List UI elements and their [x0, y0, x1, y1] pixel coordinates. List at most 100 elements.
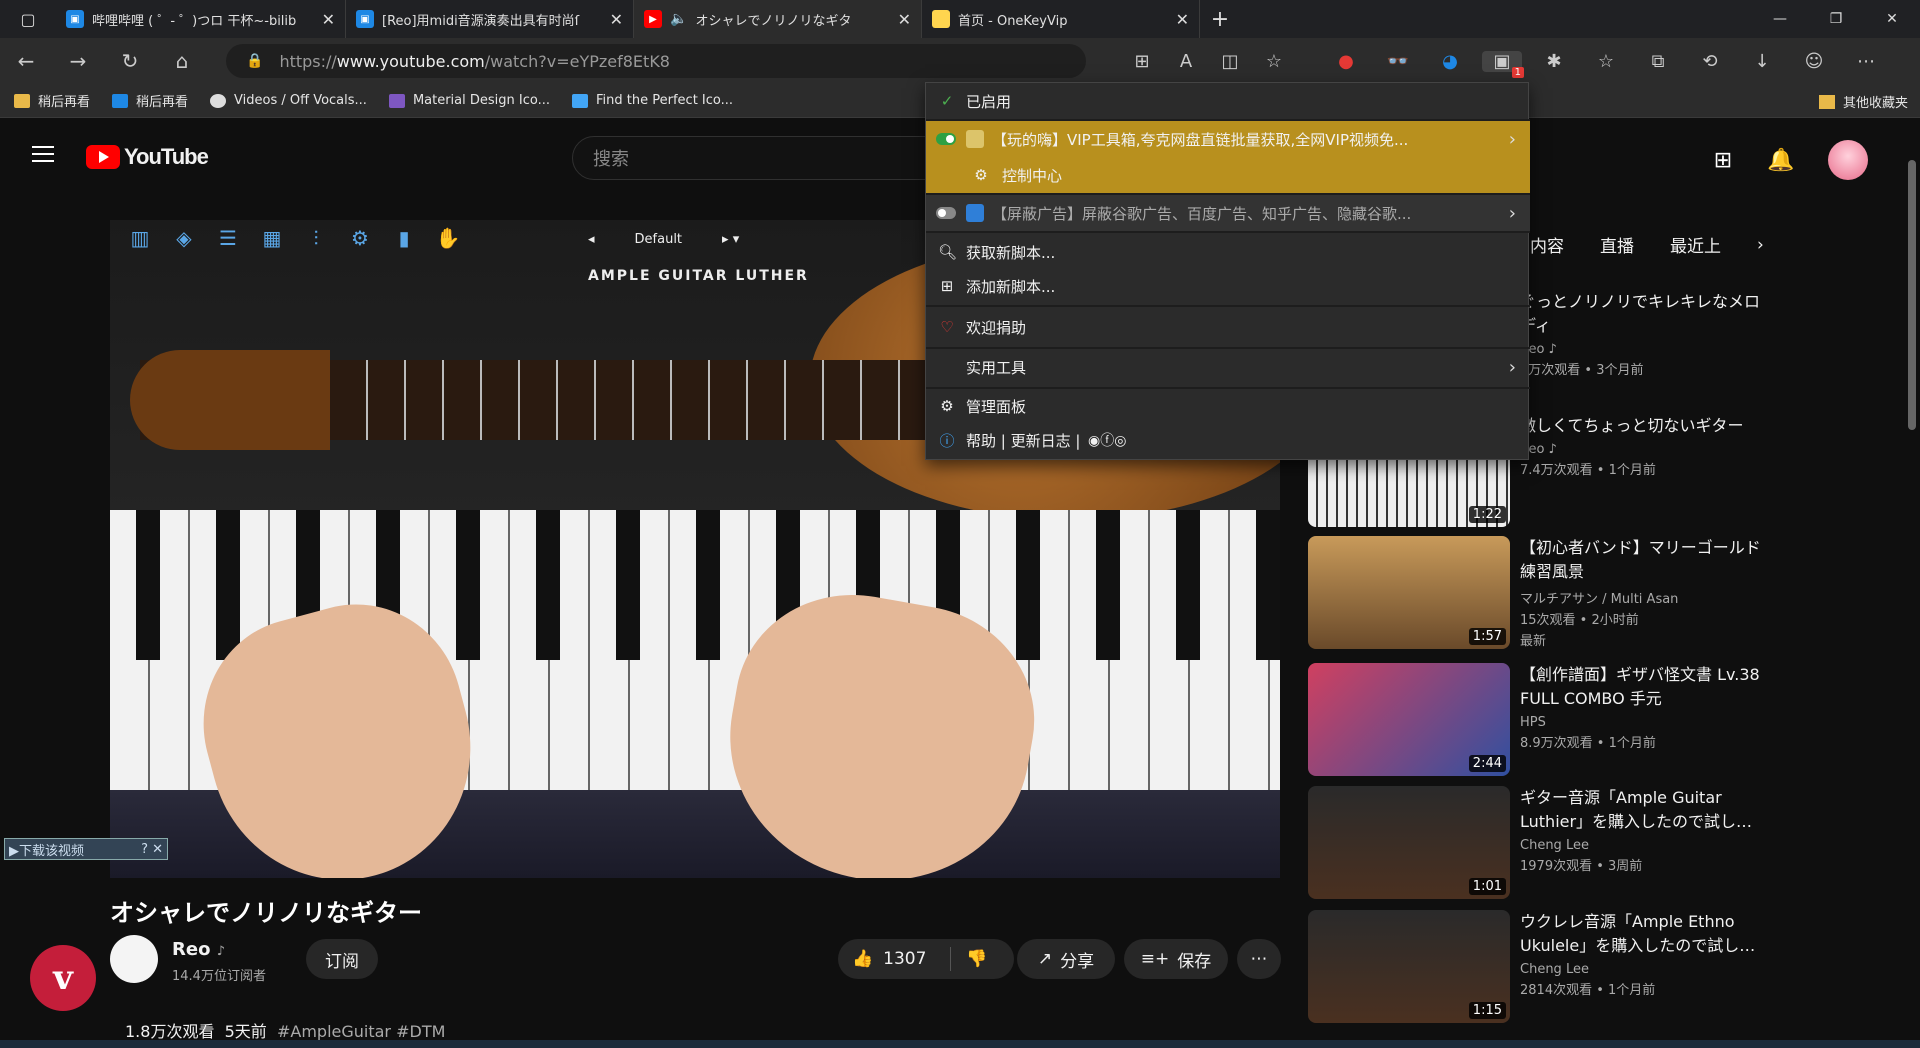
- page-scrollbar[interactable]: [1908, 160, 1916, 430]
- script-toggle[interactable]: [936, 133, 956, 145]
- script-toggle[interactable]: [936, 207, 956, 219]
- tab-youtube[interactable]: ▶ 🔈 オシャレでノリノリなギタ ✕: [634, 0, 922, 38]
- rec-channel[interactable]: HPS: [1520, 715, 1770, 730]
- workspaces-icon[interactable]: ▢: [0, 0, 56, 38]
- rec-title[interactable]: 【初心者バンド】マリーゴールド 練習風景: [1520, 536, 1770, 584]
- menu-icon[interactable]: [32, 146, 54, 162]
- create-video-icon[interactable]: ⊞: [1694, 148, 1752, 173]
- rec-title[interactable]: ギター音源「Ample Guitar Luthier」を購入したので試し…: [1520, 786, 1770, 834]
- chevron-right-icon[interactable]: ›: [1757, 235, 1764, 255]
- duration-badge: 1:57: [1468, 628, 1506, 645]
- subscribe-button[interactable]: 订阅: [306, 939, 378, 979]
- rec-channel[interactable]: マルチアサン / Multi Asan: [1520, 588, 1770, 607]
- rec-channel[interactable]: Cheng Lee: [1520, 962, 1770, 977]
- menu-item-get-scripts[interactable]: 🔍︎ 获取新脚本...: [926, 235, 1530, 269]
- tampermonkey-icon[interactable]: ▣ 1: [1482, 50, 1524, 78]
- app-available-icon[interactable]: ⊞: [1120, 51, 1164, 72]
- extensions-puzzle-icon[interactable]: ✱: [1528, 51, 1580, 72]
- favorites-icon[interactable]: ☆: [1580, 51, 1632, 72]
- youtube-play-icon: [86, 145, 120, 169]
- chip[interactable]: 内容: [1530, 232, 1564, 257]
- new-tab-button[interactable]: +: [1200, 0, 1240, 38]
- read-aloud-icon[interactable]: A: [1164, 51, 1208, 72]
- close-tab-icon[interactable]: ✕: [322, 10, 335, 29]
- notifications-bell-icon[interactable]: 🔔: [1752, 148, 1810, 173]
- extension-menu: ✓ 已启用 【玩的嗨】VIP工具箱,夸克网盘直链批量获取,全网VIP视频免...…: [925, 82, 1530, 460]
- menu-item-donate[interactable]: ♡ 欢迎捐助: [926, 309, 1530, 345]
- menu-item-enabled[interactable]: ✓ 已启用: [926, 83, 1530, 119]
- url-input[interactable]: 🔒 https://www.youtube.com/watch?v=eYPzef…: [226, 44, 1086, 78]
- more-actions-button[interactable]: ⋯: [1237, 939, 1281, 979]
- close-window-icon[interactable]: ✕: [1864, 0, 1920, 38]
- chevron-right-icon: ›: [1508, 128, 1516, 150]
- video-thumbnail[interactable]: 2:44: [1308, 663, 1510, 776]
- adblock-icon[interactable]: ●: [1320, 51, 1372, 72]
- chip[interactable]: 最近上: [1670, 232, 1721, 257]
- menu-item-script-adblock[interactable]: 【屏蔽广告】屏蔽谷歌广告、百度广告、知乎广告、隐藏谷歌... ›: [926, 195, 1530, 231]
- menu-item-control-center[interactable]: ⚙ 控制中心: [926, 157, 1530, 193]
- chip[interactable]: 直播: [1600, 232, 1634, 257]
- video-thumbnail[interactable]: 1:15: [1308, 910, 1510, 1023]
- collections-icon[interactable]: ⧉: [1632, 51, 1684, 72]
- hashtags[interactable]: #AmpleGuitar #DTM: [277, 1022, 445, 1041]
- favorite-star-icon[interactable]: ☆: [1252, 51, 1296, 72]
- menu-item-script-vip[interactable]: 【玩的嗨】VIP工具箱,夸克网盘直链批量获取,全网VIP视频免... ›: [926, 121, 1530, 157]
- restore-icon[interactable]: ❐: [1808, 0, 1864, 38]
- profile-avatar[interactable]: ☺: [1788, 51, 1840, 72]
- avatar[interactable]: [1828, 140, 1868, 180]
- menu-item-help[interactable]: ⓘ 帮助 | 更新日志 | ◉ⓕ◎: [926, 423, 1530, 457]
- bookmark-item[interactable]: Material Design Ico...: [388, 93, 550, 108]
- browser-ext-icon[interactable]: ◕: [1424, 51, 1476, 72]
- video-thumbnail[interactable]: 1:01: [1308, 786, 1510, 899]
- recommendation-item[interactable]: 2:44 【創作譜面】ギザバ怪文書 Lv.38 FULL COMBO 手元 HP…: [1308, 663, 1778, 776]
- recommendation-item[interactable]: 1:57 【初心者バンド】マリーゴールド 練習風景 マルチアサン / Multi…: [1308, 536, 1778, 656]
- more-menu-icon[interactable]: ⋯: [1840, 51, 1892, 72]
- vimeo-icon[interactable]: v: [30, 945, 96, 1011]
- video-thumbnail[interactable]: 1:57: [1308, 536, 1510, 649]
- menu-item-add-script[interactable]: ⊞ 添加新脚本...: [926, 269, 1530, 303]
- lock-icon[interactable]: 🔒: [246, 53, 263, 69]
- rec-title[interactable]: ウクレレ音源「Ample Ethno Ukulele」を購入したので試し…: [1520, 910, 1770, 958]
- glasses-icon[interactable]: 👓: [1372, 51, 1424, 72]
- channel-avatar[interactable]: [110, 935, 158, 983]
- rec-channel[interactable]: Reo ♪: [1520, 342, 1770, 357]
- rec-title[interactable]: ぐっとノリノリでキレキレなメロディ: [1520, 290, 1770, 338]
- tab-bilibili[interactable]: ▣ 哔哩哔哩 ( ゜- ゜)つロ 干杯~-bilib ✕: [56, 0, 346, 38]
- bookmark-item[interactable]: Find the Perfect Ico...: [572, 93, 733, 108]
- refresh-icon[interactable]: ↻: [104, 38, 156, 84]
- folder-icon: [14, 93, 30, 108]
- back-icon[interactable]: ←: [0, 38, 52, 84]
- close-tab-icon[interactable]: ✕: [898, 10, 911, 29]
- recommendation-item[interactable]: 1:15 ウクレレ音源「Ample Ethno Ukulele」を購入したので試…: [1308, 910, 1778, 1023]
- download-video-button[interactable]: ▶下载该视频? ✕: [4, 838, 168, 860]
- rec-title[interactable]: 【創作譜面】ギザバ怪文書 Lv.38 FULL COMBO 手元: [1520, 663, 1770, 711]
- bookmark-item[interactable]: 稍后再看: [112, 91, 188, 110]
- rec-channel[interactable]: Cheng Lee: [1520, 838, 1770, 853]
- rec-channel[interactable]: Reo ♪: [1520, 442, 1770, 457]
- forward-icon[interactable]: →: [52, 38, 104, 84]
- menu-item-dashboard[interactable]: ⚙ 管理面板: [926, 389, 1530, 423]
- split-screen-icon[interactable]: ◫: [1208, 51, 1252, 72]
- recommendation-item[interactable]: 1:01 ギター音源「Ample Guitar Luthier」を購入したので試…: [1308, 786, 1778, 899]
- close-tab-icon[interactable]: ✕: [610, 10, 623, 29]
- minimize-icon[interactable]: —: [1752, 0, 1808, 38]
- speaker-icon[interactable]: 🔈: [670, 11, 687, 27]
- channel-name[interactable]: Reo ♪: [172, 939, 225, 960]
- other-bookmarks[interactable]: 其他收藏夹: [1818, 92, 1908, 111]
- like-button[interactable]: 👍 1307 👎: [838, 939, 1014, 979]
- bookmark-item[interactable]: 稍后再看: [14, 91, 90, 110]
- download-icon[interactable]: ↓: [1736, 51, 1788, 72]
- close-tab-icon[interactable]: ✕: [1176, 10, 1189, 29]
- thumbs-down-icon[interactable]: 👎: [966, 949, 987, 969]
- bookmark-item[interactable]: Videos / Off Vocals...: [210, 93, 367, 108]
- home-icon[interactable]: ⌂: [156, 38, 208, 84]
- tab-bilibili-2[interactable]: ▣ [Reo]用midi音源演奏出具有时尚ſ ✕: [346, 0, 634, 38]
- save-button[interactable]: ≡+ 保存: [1124, 939, 1228, 979]
- share-button[interactable]: ↗ 分享: [1017, 939, 1115, 979]
- rec-title[interactable]: 激しくてちょっと切ないギター: [1520, 414, 1770, 438]
- social-icons[interactable]: ◉ⓕ◎: [1088, 430, 1126, 450]
- youtube-logo[interactable]: YouTube: [86, 144, 209, 170]
- menu-item-tools[interactable]: 实用工具 ›: [926, 349, 1530, 385]
- history-icon[interactable]: ⟲: [1684, 51, 1736, 72]
- tab-onekeyvip[interactable]: 首页 - OneKeyVip ✕: [922, 0, 1200, 38]
